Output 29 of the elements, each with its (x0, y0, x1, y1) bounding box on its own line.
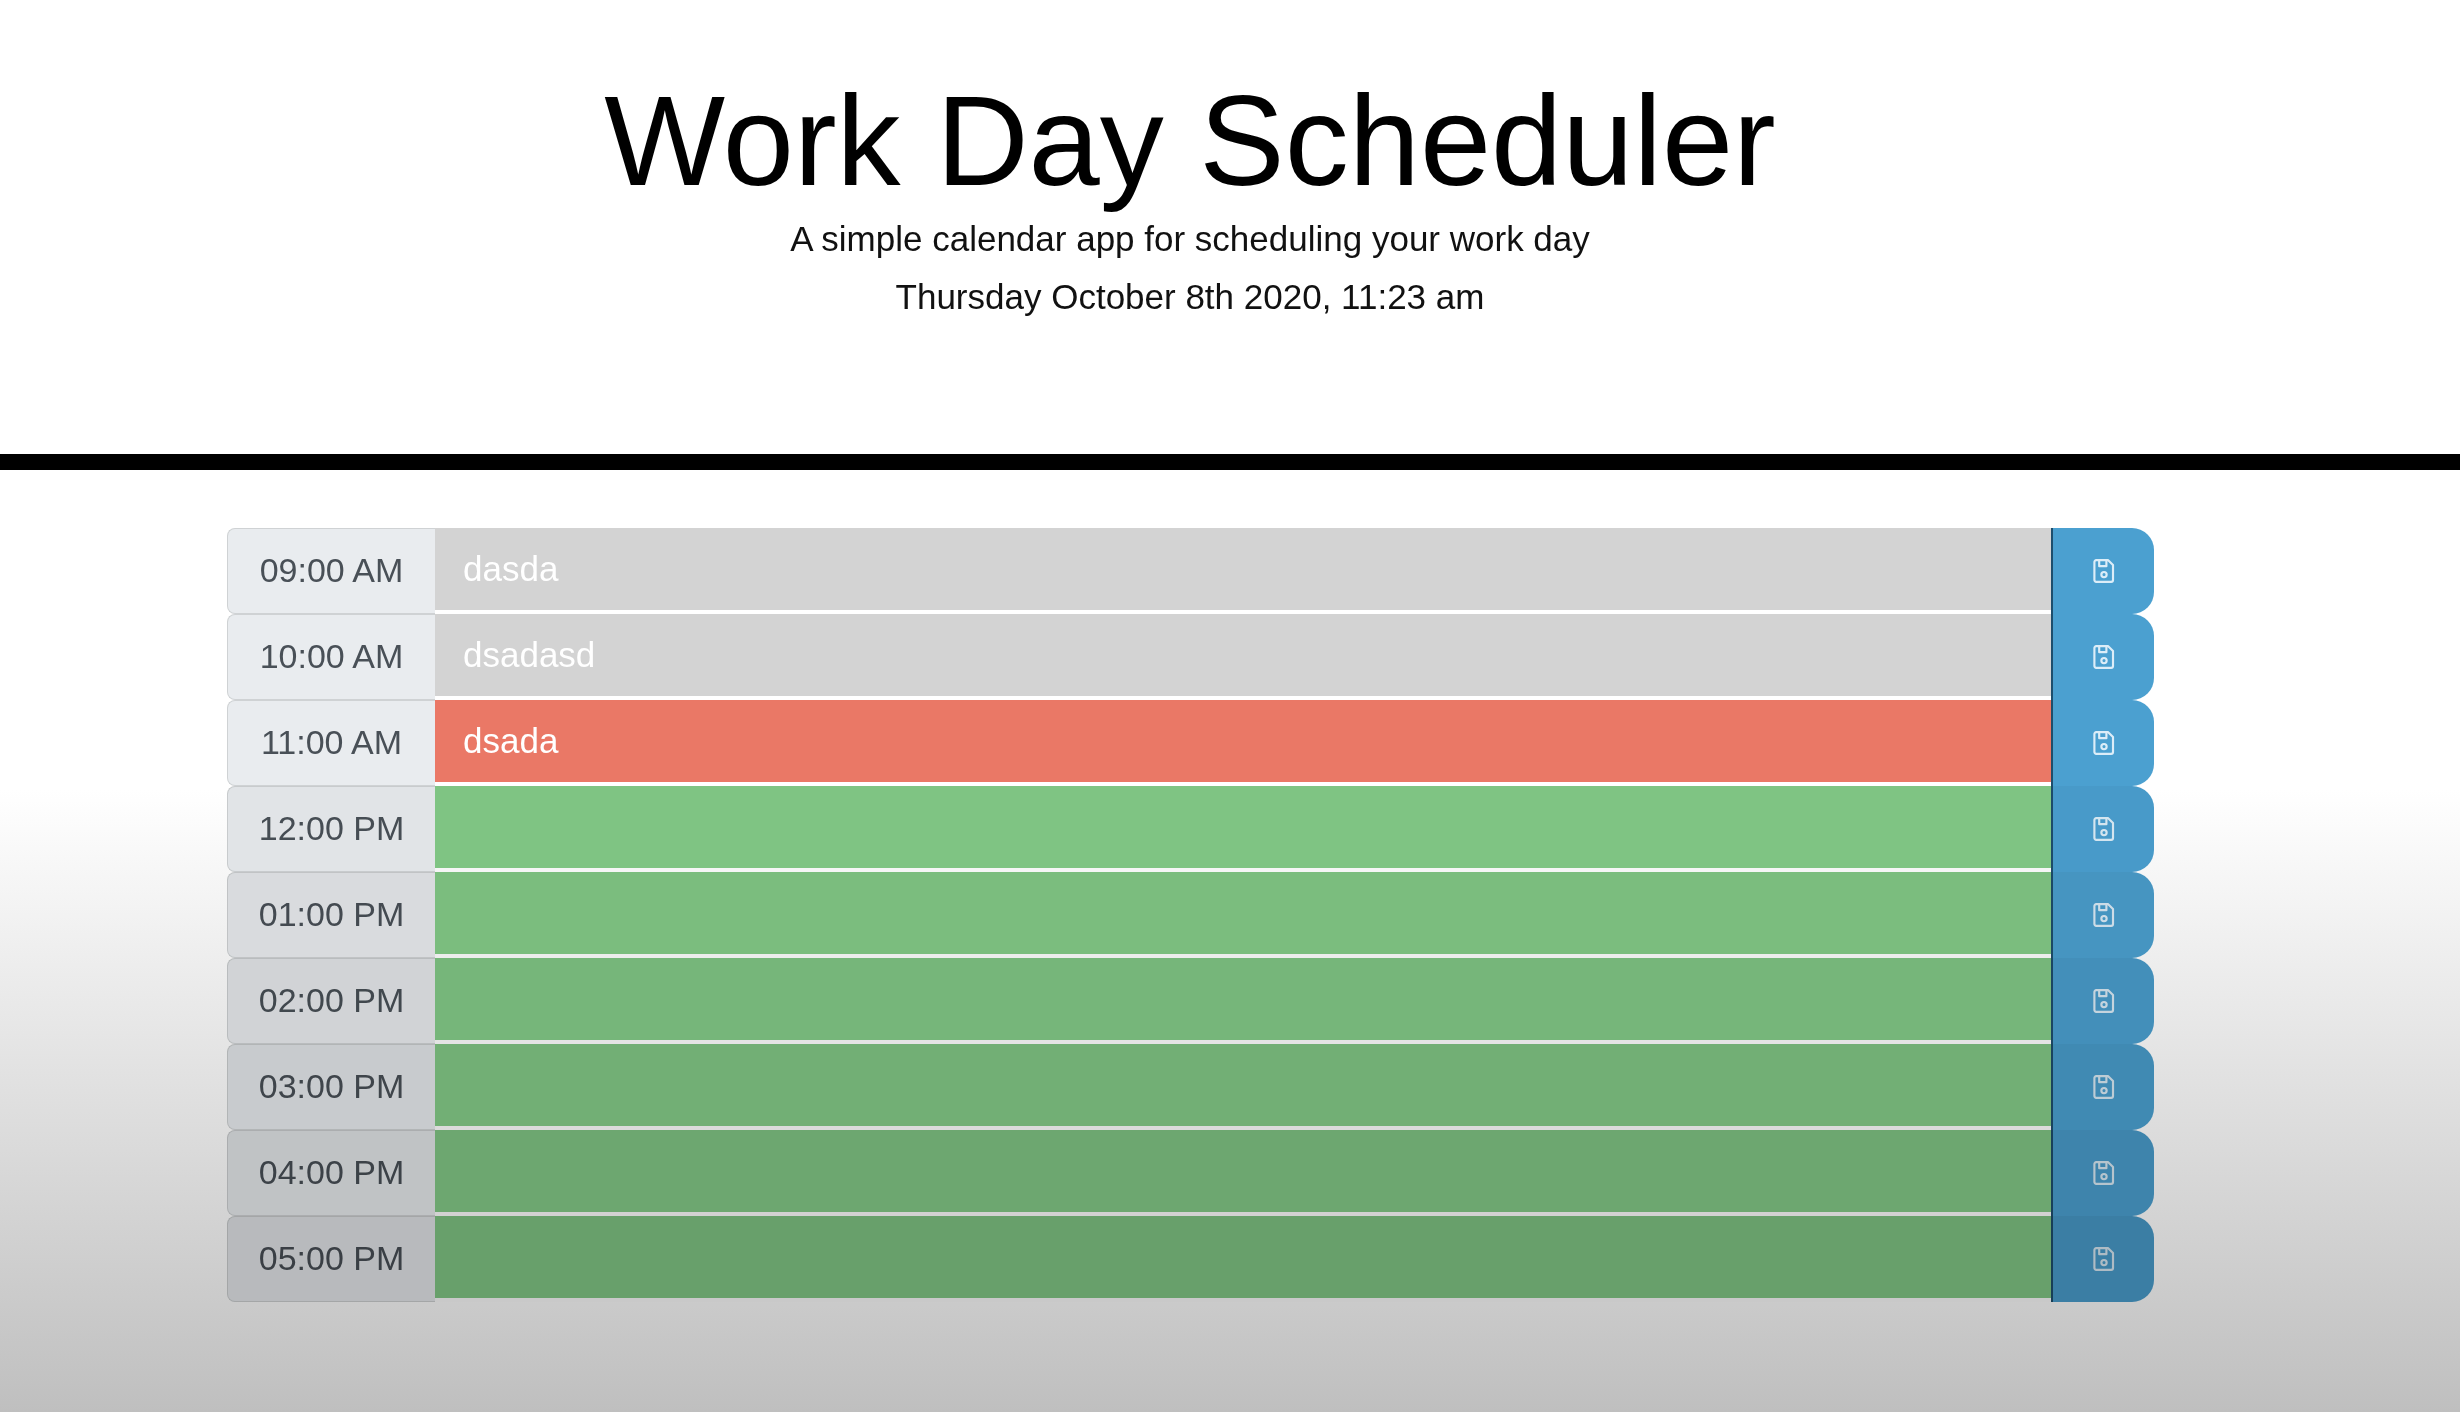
hour-label: 10:00 AM (227, 613, 435, 700)
save-icon (2092, 644, 2115, 669)
save-button[interactable] (2051, 1043, 2154, 1130)
save-icon (2092, 816, 2115, 841)
hour-label: 12:00 PM (227, 785, 435, 872)
save-button[interactable] (2051, 871, 2154, 958)
save-icon (2092, 902, 2115, 927)
save-icon (2092, 730, 2115, 755)
save-icon (2092, 988, 2115, 1013)
page-title: Work Day Scheduler (603, 68, 1777, 214)
hour-label: 09:00 AM (227, 527, 435, 614)
hour-label: 02:00 PM (227, 957, 435, 1044)
save-icon (2092, 1246, 2115, 1271)
current-date: Thursday October 8th 2020, 11:23 am (894, 275, 1486, 318)
save-icon (2092, 1160, 2115, 1185)
hour-label: 01:00 PM (227, 871, 435, 958)
hour-label: 03:00 PM (227, 1043, 435, 1130)
save-button[interactable] (2051, 785, 2154, 872)
save-button[interactable] (2051, 527, 2154, 614)
save-button[interactable] (2051, 957, 2154, 1044)
hour-label: 11:00 AM (227, 699, 435, 786)
save-icon (2092, 1074, 2115, 1099)
save-button[interactable] (2051, 1215, 2154, 1302)
hour-label: 05:00 PM (227, 1215, 435, 1302)
hour-label: 04:00 PM (227, 1129, 435, 1216)
save-icon (2092, 558, 2115, 583)
page-subtitle: A simple calendar app for scheduling your work day (789, 217, 1591, 260)
save-button[interactable] (2051, 1129, 2154, 1216)
save-button[interactable] (2051, 699, 2154, 786)
